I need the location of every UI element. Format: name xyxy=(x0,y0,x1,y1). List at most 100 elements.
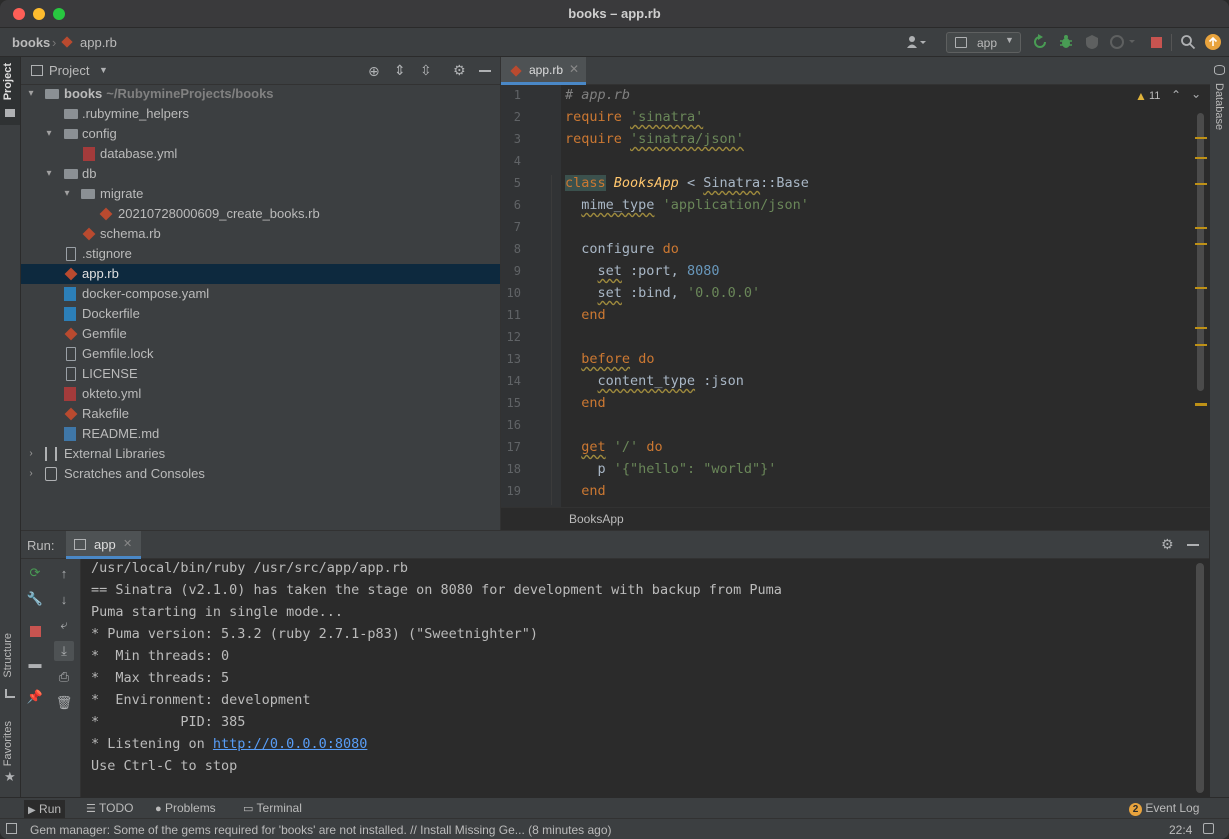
tree-item-database-yml[interactable]: database.yml xyxy=(21,144,500,164)
run-tool-button[interactable]: ▶ Run xyxy=(24,800,66,818)
problems-tool-button[interactable]: ● Problems xyxy=(155,801,216,815)
tool-windows-icon[interactable] xyxy=(6,823,17,834)
tree-item-migrate[interactable]: ▾ migrate xyxy=(21,184,500,204)
warning-stripe-mark[interactable] xyxy=(1195,157,1207,159)
tree-item-okteto-yml[interactable]: okteto.yml xyxy=(21,384,500,404)
stop-icon[interactable] xyxy=(1148,34,1164,50)
collapse-all-icon[interactable]: ⇳ xyxy=(420,62,432,79)
editor-scrollbar[interactable] xyxy=(1197,113,1204,391)
code-line-1[interactable]: # app.rb xyxy=(565,87,630,103)
hide-panel-icon[interactable] xyxy=(1187,544,1199,546)
chevron-right-icon[interactable]: › xyxy=(26,444,36,464)
code-line-3[interactable]: require 'sinatra/json' xyxy=(565,131,744,147)
rerun-icon[interactable] xyxy=(1032,34,1048,50)
down-stack-frame-icon[interactable]: ↓ xyxy=(56,591,72,607)
breadcrumb-class[interactable]: BooksApp xyxy=(569,512,624,526)
code-line-18[interactable]: p '{"hello": "world"}' xyxy=(565,461,777,477)
tree-item-gemfile-lock[interactable]: Gemfile.lock xyxy=(21,344,500,364)
tree-item-db[interactable]: ▾ db xyxy=(21,164,500,184)
clear-all-icon[interactable]: 🗑 xyxy=(56,695,73,711)
code-line-17[interactable]: get '/' do xyxy=(565,439,662,455)
rerun-icon[interactable]: ⟳ xyxy=(27,565,43,581)
tree-item-gemfile[interactable]: Gemfile xyxy=(21,324,500,344)
warning-stripe-mark[interactable] xyxy=(1195,243,1207,245)
tree-item-schema-rb[interactable]: schema.rb xyxy=(21,224,500,244)
chevron-right-icon[interactable]: › xyxy=(26,464,36,484)
tree-item-app-rb[interactable]: app.rb xyxy=(21,264,500,284)
close-tab-icon[interactable]: ✕ xyxy=(123,537,132,550)
code-line-13[interactable]: before do xyxy=(565,351,654,367)
console-url-link[interactable]: http://0.0.0.0:8080 xyxy=(213,736,367,752)
gear-icon[interactable]: ⚙ xyxy=(453,62,466,79)
code-line-10[interactable]: set :bind, '0.0.0.0' xyxy=(565,285,761,301)
warning-stripe-mark[interactable] xyxy=(1195,137,1207,139)
tree-item-readme[interactable]: README.md xyxy=(21,424,500,444)
search-icon[interactable] xyxy=(1180,34,1196,50)
debug-icon[interactable] xyxy=(1058,34,1074,50)
code-line-6[interactable]: mime_type 'application/json' xyxy=(565,197,809,213)
event-log-button[interactable]: 2 Event Log xyxy=(1129,801,1199,816)
profile-icon[interactable] xyxy=(1108,34,1138,50)
pin-tab-icon[interactable]: 📌 xyxy=(27,689,43,705)
console-scrollbar[interactable] xyxy=(1196,563,1204,793)
inspection-widget[interactable]: ▲ 11 ⌃ ⌃ xyxy=(1135,86,1205,105)
edit-configuration-icon[interactable]: 🔧 xyxy=(27,591,43,607)
chevron-down-icon[interactable]: ▾ xyxy=(62,184,72,204)
vcs-user-icon[interactable] xyxy=(904,34,928,50)
breadcrumb-file[interactable]: app.rb xyxy=(80,35,117,50)
warning-stripe-mark[interactable] xyxy=(1195,227,1207,229)
expand-all-icon[interactable]: ⇕ xyxy=(394,62,406,79)
chevron-down-icon[interactable]: ▾ xyxy=(44,124,54,144)
scroll-to-end-icon[interactable]: ⤓ xyxy=(54,641,74,661)
locate-file-icon[interactable]: ⊕ xyxy=(368,63,380,80)
gear-icon[interactable]: ⚙ xyxy=(1161,536,1174,553)
warning-stripe-mark[interactable] xyxy=(1195,344,1207,346)
favorites-tool-tab[interactable]: Favorites ★ xyxy=(0,717,20,789)
tree-item-migration-file[interactable]: 20210728000609_create_books.rb xyxy=(21,204,500,224)
coverage-icon[interactable] xyxy=(1084,34,1100,50)
project-view-select[interactable]: Project xyxy=(49,63,89,78)
tree-item-rakefile[interactable]: Rakefile xyxy=(21,404,500,424)
tree-item-rubymine-helpers[interactable]: .rubymine_helpers xyxy=(21,104,500,124)
code-line-19[interactable]: end xyxy=(565,483,605,499)
code-line-9[interactable]: set :port, 8080 xyxy=(565,263,720,279)
tree-item-external-libraries[interactable]: › External Libraries xyxy=(21,444,500,464)
previous-highlight-icon[interactable]: ⌃ xyxy=(1171,88,1181,102)
todo-tool-button[interactable]: ☰ TODO xyxy=(86,801,133,815)
tab-app-rb[interactable]: app.rb ✕ xyxy=(501,57,586,85)
close-tab-icon[interactable]: ✕ xyxy=(569,62,579,76)
code-line-11[interactable]: end xyxy=(565,307,605,323)
next-highlight-icon[interactable]: ⌃ xyxy=(1191,86,1201,100)
tree-item-dockerfile[interactable]: Dockerfile xyxy=(21,304,500,324)
project-tool-tab[interactable]: Project xyxy=(0,57,20,125)
run-configuration-select[interactable]: app ▼ xyxy=(946,32,1021,53)
structure-tool-tab[interactable]: Structure xyxy=(0,629,20,701)
chevron-down-icon[interactable]: ▼ xyxy=(99,65,108,75)
warning-stripe-mark[interactable] xyxy=(1195,287,1207,289)
tree-item-license[interactable]: LICENSE xyxy=(21,364,500,384)
terminal-tool-button[interactable]: ▭ Terminal xyxy=(243,801,302,815)
breadcrumb-project[interactable]: books xyxy=(12,35,50,50)
code-line-2[interactable]: require 'sinatra' xyxy=(565,109,703,125)
restore-layout-icon[interactable]: ▬ xyxy=(27,655,43,671)
tree-item-stignore[interactable]: .stignore xyxy=(21,244,500,264)
warning-stripe-mark[interactable] xyxy=(1195,404,1207,406)
code-line-8[interactable]: configure do xyxy=(565,241,679,257)
tree-item-docker-compose[interactable]: docker-compose.yaml xyxy=(21,284,500,304)
tree-item-config[interactable]: ▾ config xyxy=(21,124,500,144)
code-line-14[interactable]: content_type :json xyxy=(565,373,744,389)
chevron-down-icon[interactable]: ▾ xyxy=(44,164,54,184)
chevron-down-icon[interactable]: ▾ xyxy=(26,84,36,104)
warning-stripe-mark[interactable] xyxy=(1195,183,1207,185)
caret-position[interactable]: 22:4 xyxy=(1169,823,1192,837)
run-tab-app[interactable]: app ✕ xyxy=(66,531,141,559)
up-stack-frame-icon[interactable]: ↑ xyxy=(56,565,72,581)
tree-item-scratches[interactable]: › Scratches and Consoles xyxy=(21,464,500,484)
warning-stripe-mark[interactable] xyxy=(1195,327,1207,329)
print-icon[interactable]: ⎙ xyxy=(56,669,72,685)
code-line-5[interactable]: class BooksApp < Sinatra::Base xyxy=(565,175,809,191)
tree-item-books[interactable]: ▾ books ~/RubymineProjects/books xyxy=(21,84,500,104)
status-message[interactable]: Gem manager: Some of the gems required f… xyxy=(30,823,612,837)
ide-update-icon[interactable] xyxy=(1205,34,1221,50)
stop-icon[interactable] xyxy=(27,623,43,639)
